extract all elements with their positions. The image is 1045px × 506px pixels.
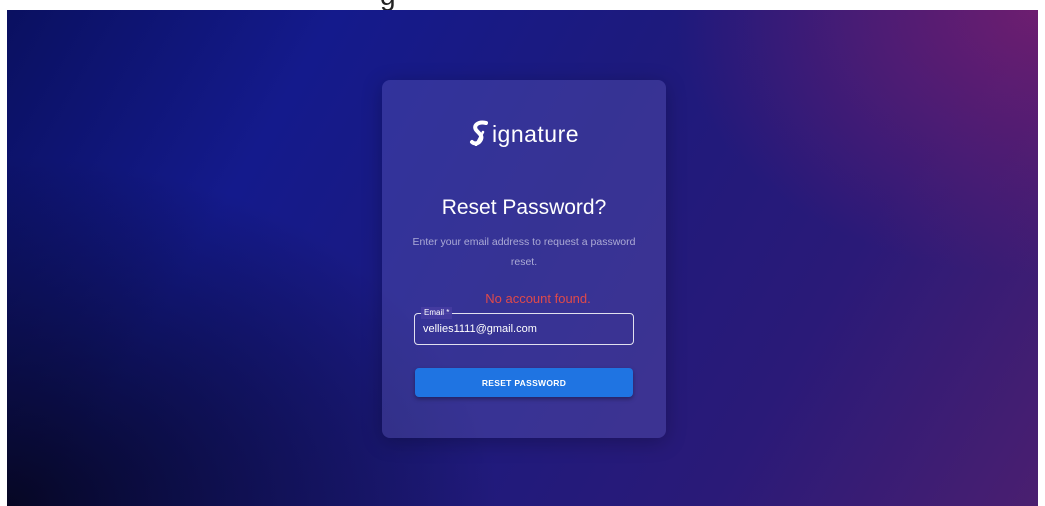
page-title: Reset Password?: [441, 196, 607, 219]
email-input[interactable]: [415, 314, 633, 344]
email-field: Email *: [414, 307, 634, 345]
brand-logo: ignature: [382, 120, 666, 148]
top-strip: g: [0, 0, 1045, 10]
page-background: ignature Reset Password? Enter your emai…: [7, 10, 1038, 506]
cut-off-heading: g: [380, 0, 396, 10]
reset-password-card: ignature Reset Password? Enter your emai…: [382, 80, 666, 438]
page-subtitle: Enter your email address to request a pa…: [412, 236, 636, 268]
reset-password-button[interactable]: RESET PASSWORD: [415, 368, 633, 397]
signature-s-icon: [469, 120, 488, 146]
brand-name: ignature: [491, 121, 580, 147]
error-message: No account found.: [485, 291, 591, 306]
